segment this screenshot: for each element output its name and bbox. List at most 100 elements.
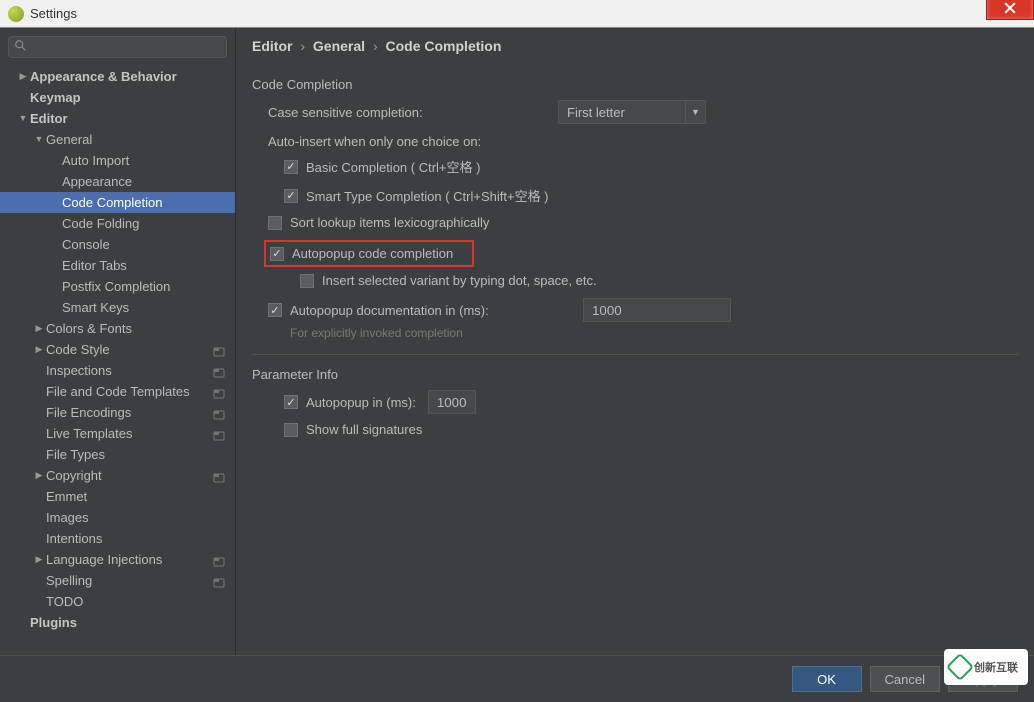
sidebar-item-label: Editor Tabs xyxy=(62,258,127,273)
app-icon xyxy=(8,6,24,22)
breadcrumb-part[interactable]: General xyxy=(313,38,365,54)
sidebar-item-label: Code Completion xyxy=(62,195,162,210)
auto-insert-header: Auto-insert when only one choice on: xyxy=(252,134,1018,149)
sidebar-item-editor-tabs[interactable]: Editor Tabs xyxy=(0,255,235,276)
arrow-right-icon xyxy=(34,554,44,565)
sidebar-item-label: Inspections xyxy=(46,363,112,378)
content-panel: Editor › General › Code Completion Code … xyxy=(236,28,1034,655)
sidebar-item-label: File and Code Templates xyxy=(46,384,190,399)
sidebar-item-label: Copyright xyxy=(46,468,102,483)
insert-selected-label: Insert selected variant by typing dot, s… xyxy=(322,273,597,288)
project-scope-icon xyxy=(213,555,225,565)
autopopup-doc-checkbox[interactable] xyxy=(268,303,282,317)
sidebar-item-label: Spelling xyxy=(46,573,92,588)
search-input[interactable] xyxy=(8,36,227,58)
autopopup-doc-input[interactable] xyxy=(583,298,731,322)
sidebar-item-appearance-behavior[interactable]: Appearance & Behavior xyxy=(0,66,235,87)
sidebar-item-label: Intentions xyxy=(46,531,102,546)
close-button[interactable] xyxy=(986,0,1034,20)
section-header-parameter-info: Parameter Info xyxy=(252,367,1018,382)
sidebar-item-label: Code Folding xyxy=(62,216,139,231)
sidebar-item-inspections[interactable]: Inspections xyxy=(0,360,235,381)
arrow-right-icon xyxy=(18,71,28,82)
sidebar-item-file-encodings[interactable]: File Encodings xyxy=(0,402,235,423)
sidebar-item-general[interactable]: General xyxy=(0,129,235,150)
watermark: 创新互联 xyxy=(944,649,1028,685)
arrow-right-icon xyxy=(34,470,44,481)
sort-lookup-label: Sort lookup items lexicographically xyxy=(290,215,489,230)
show-full-sig-label: Show full signatures xyxy=(306,422,422,437)
basic-completion-label: Basic Completion ( Ctrl+空格 ) xyxy=(306,157,480,176)
watermark-text: 创新互联 xyxy=(974,659,1018,675)
sidebar-item-images[interactable]: Images xyxy=(0,507,235,528)
arrow-right-icon xyxy=(34,344,44,355)
sidebar-item-label: Smart Keys xyxy=(62,300,129,315)
sidebar-item-label: Appearance & Behavior xyxy=(30,69,177,84)
sidebar-item-editor[interactable]: Editor xyxy=(0,108,235,129)
sidebar-item-label: Images xyxy=(46,510,89,525)
sidebar-item-label: Code Style xyxy=(46,342,110,357)
ok-button[interactable]: OK xyxy=(792,666,862,692)
insert-selected-checkbox[interactable] xyxy=(300,274,314,288)
highlight-box: Autopopup code completion xyxy=(264,240,474,267)
case-sensitive-combo[interactable]: First letter ▼ xyxy=(558,100,706,124)
sidebar-item-language-injections[interactable]: Language Injections xyxy=(0,549,235,570)
sidebar-item-postfix-completion[interactable]: Postfix Completion xyxy=(0,276,235,297)
sidebar-item-label: File Encodings xyxy=(46,405,131,420)
sidebar-item-label: Appearance xyxy=(62,174,132,189)
show-full-sig-checkbox[interactable] xyxy=(284,423,298,437)
autopopup-doc-label: Autopopup documentation in (ms): xyxy=(290,303,563,318)
sidebar-item-plugins[interactable]: Plugins xyxy=(0,612,235,633)
project-scope-icon xyxy=(213,429,225,439)
case-sensitive-label: Case sensitive completion: xyxy=(268,105,558,120)
sidebar-item-console[interactable]: Console xyxy=(0,234,235,255)
sidebar-item-label: Plugins xyxy=(30,615,77,630)
section-header-code-completion: Code Completion xyxy=(252,77,1018,92)
sidebar-item-copyright[interactable]: Copyright xyxy=(0,465,235,486)
titlebar: Settings xyxy=(0,0,1034,28)
project-scope-icon xyxy=(213,408,225,418)
sidebar-item-todo[interactable]: TODO xyxy=(0,591,235,612)
smart-completion-checkbox[interactable] xyxy=(284,189,298,203)
sidebar-item-label: Language Injections xyxy=(46,552,162,567)
sort-lookup-checkbox[interactable] xyxy=(268,216,282,230)
sidebar-item-code-style[interactable]: Code Style xyxy=(0,339,235,360)
autopopup-param-label: Autopopup in (ms): xyxy=(306,395,416,410)
sidebar-item-file-and-code-templates[interactable]: File and Code Templates xyxy=(0,381,235,402)
project-scope-icon xyxy=(213,366,225,376)
breadcrumb: Editor › General › Code Completion xyxy=(236,28,1034,65)
sidebar: Appearance & Behavior Keymap Editor General… xyxy=(0,28,236,655)
sidebar-item-file-types[interactable]: File Types xyxy=(0,444,235,465)
settings-tree: Appearance & Behavior Keymap Editor General… xyxy=(0,64,235,633)
sidebar-item-intentions[interactable]: Intentions xyxy=(0,528,235,549)
sidebar-item-label: Editor xyxy=(30,111,68,126)
sidebar-item-emmet[interactable]: Emmet xyxy=(0,486,235,507)
sidebar-item-colors-fonts[interactable]: Colors & Fonts xyxy=(0,318,235,339)
basic-completion-checkbox[interactable] xyxy=(284,160,298,174)
cancel-button[interactable]: Cancel xyxy=(870,666,940,692)
sidebar-item-label: Auto Import xyxy=(62,153,129,168)
window-title: Settings xyxy=(30,6,77,21)
sidebar-item-smart-keys[interactable]: Smart Keys xyxy=(0,297,235,318)
search-icon xyxy=(14,39,28,53)
project-scope-icon xyxy=(213,576,225,586)
sidebar-item-label: Console xyxy=(62,237,110,252)
autopopup-param-input[interactable] xyxy=(428,390,476,414)
sidebar-item-spelling[interactable]: Spelling xyxy=(0,570,235,591)
combo-value: First letter xyxy=(567,105,625,120)
sidebar-item-label: Postfix Completion xyxy=(62,279,170,294)
close-icon xyxy=(1004,2,1016,14)
breadcrumb-part[interactable]: Editor xyxy=(252,38,292,54)
sidebar-item-code-completion[interactable]: Code Completion xyxy=(0,192,235,213)
sidebar-item-code-folding[interactable]: Code Folding xyxy=(0,213,235,234)
autopopup-code-checkbox[interactable] xyxy=(270,247,284,261)
sidebar-item-appearance[interactable]: Appearance xyxy=(0,171,235,192)
sidebar-item-live-templates[interactable]: Live Templates xyxy=(0,423,235,444)
chevron-down-icon: ▼ xyxy=(685,101,705,123)
autopopup-param-checkbox[interactable] xyxy=(284,395,298,409)
sidebar-item-keymap[interactable]: Keymap xyxy=(0,87,235,108)
watermark-icon xyxy=(946,653,974,681)
smart-completion-label: Smart Type Completion ( Ctrl+Shift+空格 ) xyxy=(306,186,549,205)
sidebar-item-label: General xyxy=(46,132,92,147)
sidebar-item-auto-import[interactable]: Auto Import xyxy=(0,150,235,171)
